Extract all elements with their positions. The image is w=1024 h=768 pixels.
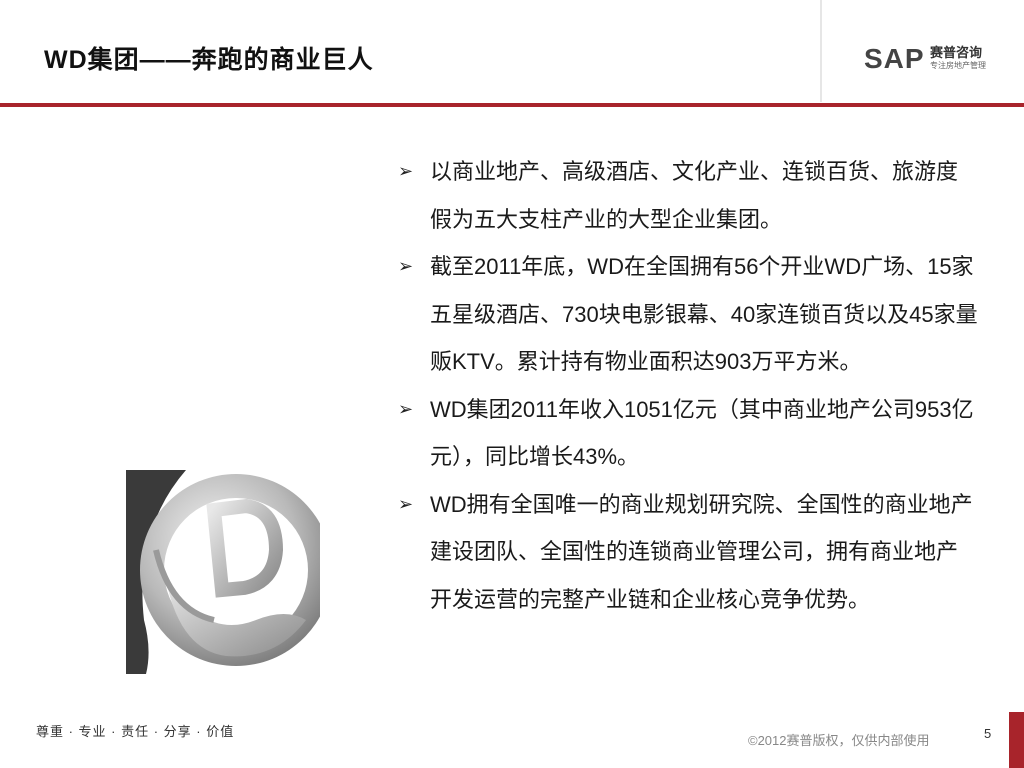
- header-rule: [0, 103, 1024, 107]
- list-item: ➢ WD拥有全国唯一的商业规划研究院、全国性的商业地产建设团队、全国性的连锁商业…: [398, 481, 978, 624]
- emblem-graphic: [126, 470, 332, 674]
- company-emblem: [126, 470, 332, 674]
- list-item: ➢ WD集团2011年收入1051亿元（其中商业地产公司953亿元），同比增长4…: [398, 386, 978, 481]
- list-item: ➢ 以商业地产、高级酒店、文化产业、连锁百货、旅游度假为五大支柱产业的大型企业集…: [398, 148, 978, 243]
- bullet-text: 以商业地产、高级酒店、文化产业、连锁百货、旅游度假为五大支柱产业的大型企业集团。: [430, 159, 959, 232]
- footer-copyright: ©2012赛普版权，仅供内部使用: [748, 733, 930, 748]
- logo-tagline: 专注房地产管理: [930, 61, 986, 70]
- slide-title: WD集团——奔跑的商业巨人: [44, 46, 374, 74]
- corner-accent-bar: [1009, 712, 1024, 768]
- arrow-right-icon: ➢: [398, 161, 414, 181]
- bullet-text: 截至2011年底，WD在全国拥有56个开业WD广场、15家五星级酒店、730块电…: [430, 254, 978, 374]
- arrow-right-icon: ➢: [398, 493, 414, 514]
- footer-values: 尊重 · 专业 · 责任 · 分享 · 价值: [36, 724, 235, 739]
- list-item: ➢ 截至2011年底，WD在全国拥有56个开业WD广场、15家五星级酒店、730…: [398, 243, 978, 386]
- sap-logo: SAP 赛普咨询 专注房地产管理: [864, 44, 994, 74]
- logo-name: 赛普咨询: [930, 45, 983, 60]
- page-number: 5: [984, 726, 992, 741]
- bullet-text: WD集团2011年收入1051亿元（其中商业地产公司953亿元），同比增长43%…: [430, 396, 974, 470]
- bullet-text: WD拥有全国唯一的商业规划研究院、全国性的商业地产建设团队、全国性的连锁商业管理…: [430, 491, 973, 612]
- bullet-list: ➢ 以商业地产、高级酒店、文化产业、连锁百货、旅游度假为五大支柱产业的大型企业集…: [398, 148, 978, 623]
- logo-brand: SAP: [864, 43, 925, 74]
- header-divider: [820, 0, 822, 102]
- arrow-right-icon: ➢: [398, 398, 414, 419]
- arrow-right-icon: ➢: [398, 256, 414, 276]
